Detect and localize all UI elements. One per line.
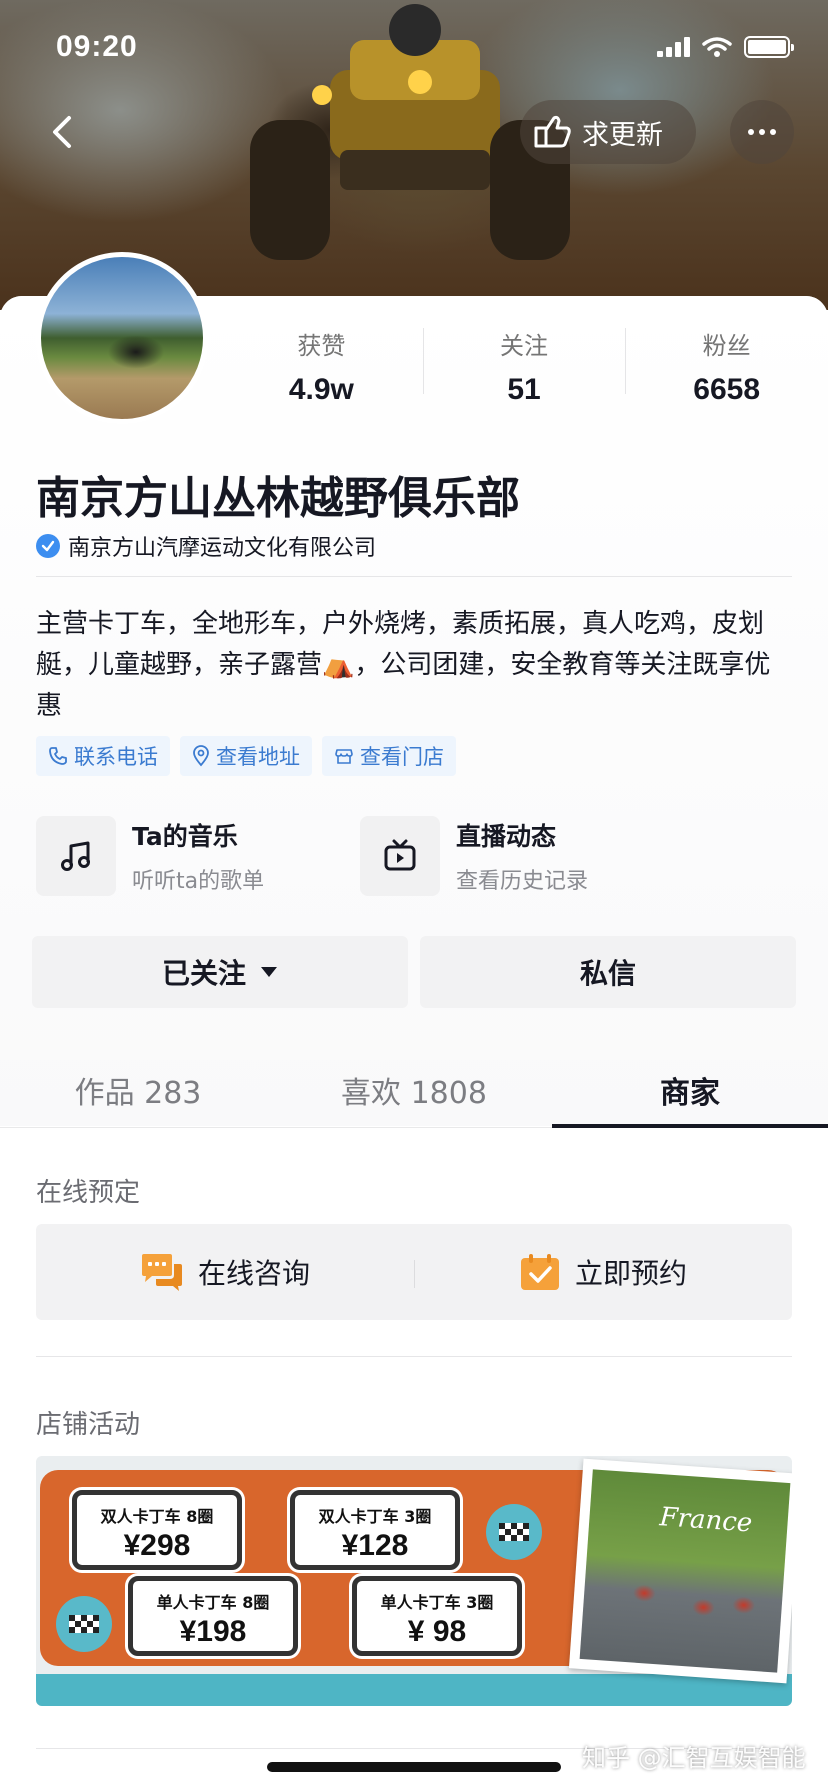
chat-bubbles-icon bbox=[141, 1254, 182, 1291]
content-tabs: 作品 283 喜欢 1808 商家 bbox=[0, 1054, 828, 1128]
music-card-subtitle: 听听ta的歌单 bbox=[132, 869, 265, 894]
contact-chips: 联系电话 查看地址 查看门店 bbox=[36, 736, 456, 776]
store-icon bbox=[335, 749, 353, 764]
dot bbox=[748, 129, 754, 135]
profile-actions: 已关注 私信 bbox=[32, 936, 796, 1008]
wifi-icon bbox=[702, 37, 732, 57]
stat-followers[interactable]: 粉丝 6658 bbox=[625, 326, 828, 406]
caret-down-icon bbox=[261, 967, 277, 977]
stat-label: 关注 bbox=[500, 332, 548, 360]
stat-value: 6658 bbox=[693, 373, 761, 406]
price-tag-price: ¥ 98 bbox=[407, 1615, 467, 1648]
pointing-hand-icon bbox=[534, 115, 571, 148]
price-tag: 双人卡丁车 8圈 ¥298 bbox=[72, 1490, 242, 1570]
phone-icon bbox=[49, 747, 67, 765]
store-activity-banner[interactable]: 双人卡丁车 8圈 ¥298 双人卡丁车 3圈 ¥128 单人卡丁车 8圈 ¥19… bbox=[36, 1456, 792, 1706]
kart-racing-photo: France bbox=[568, 1458, 792, 1684]
profile-stats: 获赞 4.9w 关注 51 粉丝 6658 bbox=[220, 326, 828, 406]
promo-strip bbox=[36, 1674, 792, 1706]
checkered-flag-icon bbox=[486, 1504, 542, 1560]
dot bbox=[759, 129, 765, 135]
verification-badge[interactable]: 南京方山汽摩运动文化有限公司 bbox=[36, 530, 376, 562]
profile-name: 南京方山丛林越野俱乐部 bbox=[36, 473, 520, 524]
calendar-check-icon bbox=[520, 1254, 559, 1290]
location-icon bbox=[193, 745, 209, 767]
contact-phone-chip[interactable]: 联系电话 bbox=[36, 736, 170, 776]
verification-text: 南京方山汽摩运动文化有限公司 bbox=[68, 536, 377, 561]
stat-following[interactable]: 关注 51 bbox=[422, 326, 626, 406]
home-indicator[interactable] bbox=[267, 1762, 561, 1772]
following-button[interactable]: 已关注 bbox=[32, 936, 408, 1008]
cellular-signal-icon bbox=[657, 37, 690, 57]
message-label: 私信 bbox=[579, 957, 636, 990]
status-bar: 09:20 bbox=[0, 0, 828, 96]
feature-cards: Ta的音乐 听听ta的歌单 直播动态 查看历史记录 bbox=[36, 816, 660, 896]
live-card-subtitle: 查看历史记录 bbox=[456, 869, 589, 894]
chip-label: 查看地址 bbox=[216, 745, 300, 769]
stat-likes[interactable]: 获赞 4.9w bbox=[220, 326, 423, 406]
online-consult-button[interactable]: 在线咨询 bbox=[36, 1252, 414, 1292]
status-time: 09:20 bbox=[56, 30, 138, 63]
price-tag-price: ¥198 bbox=[179, 1615, 247, 1648]
price-tag: 单人卡丁车 3圈 ¥ 98 bbox=[352, 1576, 522, 1656]
status-icons bbox=[657, 36, 794, 58]
checkered-flag-icon bbox=[56, 1596, 112, 1652]
stat-value: 51 bbox=[507, 373, 541, 406]
price-tag-title: 单人卡丁车 3圈 bbox=[380, 1593, 494, 1612]
activity-section-title: 店铺活动 bbox=[36, 1410, 141, 1440]
live-card-title: 直播动态 bbox=[456, 822, 557, 851]
chip-label: 查看门店 bbox=[360, 745, 444, 769]
dot bbox=[770, 129, 776, 135]
message-button[interactable]: 私信 bbox=[420, 936, 796, 1008]
following-label: 已关注 bbox=[161, 957, 246, 990]
divider bbox=[36, 1356, 792, 1357]
live-card[interactable]: 直播动态 查看历史记录 bbox=[360, 816, 660, 896]
book-now-button[interactable]: 立即预约 bbox=[414, 1252, 792, 1292]
stat-label: 粉丝 bbox=[702, 332, 751, 360]
price-tag: 单人卡丁车 8圈 ¥198 bbox=[128, 1576, 298, 1656]
booking-section-title: 在线预定 bbox=[36, 1178, 141, 1208]
book-now-label: 立即预约 bbox=[574, 1257, 687, 1290]
battery-icon bbox=[744, 36, 794, 58]
chip-label: 联系电话 bbox=[74, 745, 158, 769]
chevron-left-icon bbox=[53, 116, 71, 148]
view-address-chip[interactable]: 查看地址 bbox=[180, 736, 312, 776]
price-tag-price: ¥298 bbox=[123, 1529, 191, 1562]
avatar[interactable] bbox=[36, 252, 208, 424]
tab-likes[interactable]: 喜欢 1808 bbox=[276, 1054, 552, 1127]
price-tag-price: ¥128 bbox=[341, 1529, 409, 1562]
tab-merchant[interactable]: 商家 bbox=[552, 1054, 828, 1128]
stat-value: 4.9w bbox=[288, 373, 354, 406]
stat-label: 获赞 bbox=[297, 332, 346, 360]
more-options-button[interactable] bbox=[730, 100, 794, 164]
price-tag: 双人卡丁车 3圈 ¥128 bbox=[290, 1490, 460, 1570]
price-tag-title: 双人卡丁车 3圈 bbox=[318, 1507, 432, 1526]
music-note-icon bbox=[61, 841, 90, 871]
booking-panel: 在线咨询 立即预约 bbox=[36, 1224, 792, 1320]
price-tag-title: 双人卡丁车 8圈 bbox=[100, 1507, 214, 1526]
price-tag-title: 单人卡丁车 8圈 bbox=[156, 1593, 270, 1612]
live-tv-icon bbox=[384, 839, 416, 871]
view-store-chip[interactable]: 查看门店 bbox=[322, 736, 456, 776]
online-consult-label: 在线咨询 bbox=[197, 1257, 310, 1290]
back-button[interactable] bbox=[30, 100, 94, 164]
photo-caption: France bbox=[658, 1502, 754, 1539]
tab-works[interactable]: 作品 283 bbox=[0, 1054, 276, 1127]
profile-bio: 主营卡丁车，全地形车，户外烧烤，素质拓展，真人吃鸡，皮划艇，儿童越野，亲子露营⛺… bbox=[36, 609, 771, 721]
live-icon-box bbox=[360, 816, 440, 896]
verified-check-icon bbox=[36, 534, 60, 558]
photo-image: France bbox=[579, 1469, 791, 1673]
source-watermark: 知乎 @汇智互娱智能 bbox=[582, 1744, 806, 1772]
request-update-label: 求更新 bbox=[582, 119, 663, 151]
music-card-title: Ta的音乐 bbox=[132, 822, 238, 851]
music-icon-box bbox=[36, 816, 116, 896]
request-update-button[interactable]: 求更新 bbox=[520, 100, 696, 164]
music-card[interactable]: Ta的音乐 听听ta的歌单 bbox=[36, 816, 336, 896]
divider bbox=[36, 576, 792, 577]
